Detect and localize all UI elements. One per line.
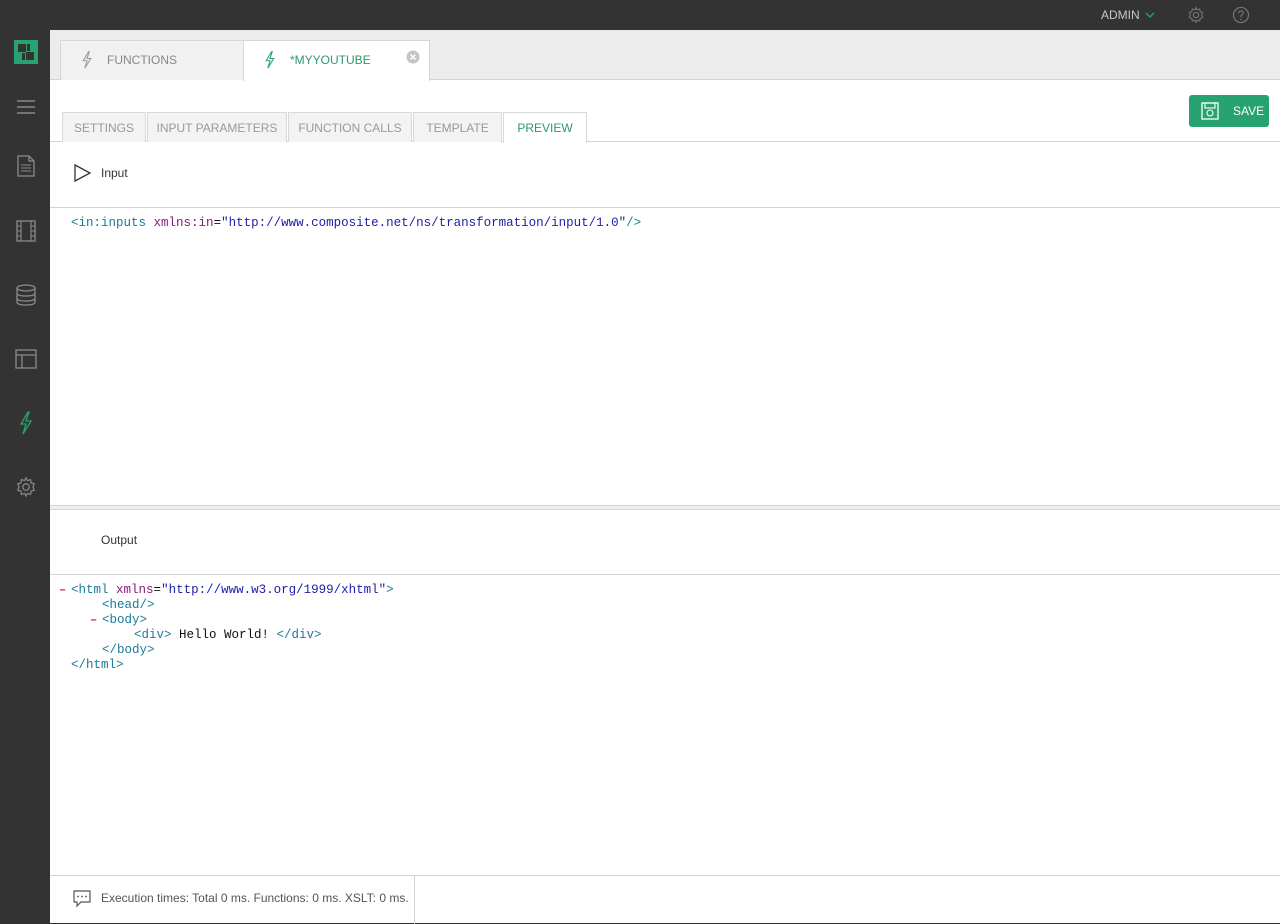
doc-tab-functions[interactable]: FUNCTIONS — [60, 40, 244, 80]
code-tag: <div> — [134, 628, 172, 642]
function-icon[interactable] — [12, 409, 40, 437]
code-tag: <head/> — [102, 598, 155, 612]
code-tag: </div> — [276, 628, 322, 642]
user-menu-label: ADMIN — [1101, 8, 1140, 22]
code-value: "http://www.composite.net/ns/transformat… — [221, 216, 627, 230]
input-toolbar: Input — [50, 142, 1280, 208]
code-text: Hello World! — [171, 628, 277, 642]
input-label: Input — [101, 166, 128, 180]
code-tag-open: < — [71, 216, 79, 230]
output-label: Output — [101, 533, 138, 547]
collapse-html-toggle[interactable]: – — [59, 583, 66, 598]
code-tag: <body> — [102, 613, 148, 627]
app-logo[interactable] — [12, 38, 40, 66]
save-button-label: SAVE — [1233, 104, 1265, 118]
menu-icon[interactable] — [12, 93, 40, 121]
output-line-body-close: </body> — [102, 643, 155, 658]
top-bar: ADMIN — [0, 0, 1280, 30]
output-line-html-open: <html xmlns="http://www.w3.org/1999/xhtm… — [71, 583, 394, 598]
chevron-down-icon — [1145, 12, 1155, 18]
code-eq: = — [153, 583, 162, 597]
document-tabs: FUNCTIONS *MYYOUTUBE — [50, 30, 1280, 81]
output-toolbar: Output — [50, 510, 1280, 575]
tab-input-parameters[interactable]: INPUT PARAMETERS — [147, 112, 287, 142]
output-line-div: <div> Hello World! </div> — [134, 628, 322, 643]
main-area: FUNCTIONS *MYYOUTUBE SETTINGS INPUT PARA… — [50, 30, 1280, 924]
output-line-html-close: </html> — [71, 658, 124, 673]
sub-tabs: SETTINGS INPUT PARAMETERS FUNCTION CALLS… — [50, 80, 1280, 143]
output-line-head: <head/> — [102, 598, 155, 613]
code-eq: = — [213, 216, 222, 230]
film-icon[interactable] — [12, 217, 40, 245]
user-menu[interactable]: ADMIN — [1101, 8, 1155, 22]
settings-gear-icon[interactable] — [1187, 6, 1205, 24]
doc-tab-myyoutube[interactable]: *MYYOUTUBE — [243, 40, 430, 81]
input-code-line: <in:inputs xmlns:in="http://www.composit… — [71, 216, 641, 231]
output-viewer: – <html xmlns="http://www.w3.org/1999/xh… — [50, 575, 1280, 875]
code-tag-close: /> — [626, 216, 642, 230]
gear-icon[interactable] — [12, 473, 40, 501]
function-icon — [264, 50, 276, 73]
code-tag: > — [386, 583, 394, 597]
database-icon[interactable] — [12, 281, 40, 309]
code-tag: </html> — [71, 658, 124, 672]
code-tag: </body> — [102, 643, 155, 657]
code-tag-name: in:inputs — [78, 216, 147, 230]
input-editor[interactable]: <in:inputs xmlns:in="http://www.composit… — [50, 208, 1280, 506]
comment-icon — [72, 890, 92, 913]
code-attr: xmlns — [116, 583, 154, 597]
help-icon[interactable] — [1232, 6, 1250, 24]
collapse-body-toggle[interactable]: – — [90, 613, 97, 628]
output-line-body-open: <body> — [102, 613, 147, 628]
doc-tab-label: *MYYOUTUBE — [290, 53, 371, 67]
tab-template[interactable]: TEMPLATE — [413, 112, 502, 142]
code-value: "http://www.w3.org/1999/xhtml" — [161, 583, 387, 597]
status-divider — [414, 876, 415, 924]
code-tag: <html — [71, 583, 109, 597]
run-input-button[interactable] — [72, 163, 92, 188]
layout-icon[interactable] — [12, 345, 40, 373]
doc-tab-label: FUNCTIONS — [107, 53, 177, 67]
function-icon — [81, 50, 93, 73]
save-icon — [1201, 102, 1219, 120]
document-icon[interactable] — [12, 152, 40, 180]
sidebar — [0, 0, 50, 923]
code-attr: xmlns:in — [153, 216, 214, 230]
close-tab-icon[interactable] — [406, 50, 420, 64]
save-button[interactable]: SAVE — [1189, 95, 1269, 127]
tab-function-calls[interactable]: FUNCTION CALLS — [288, 112, 412, 142]
status-bar: Execution times: Total 0 ms. Functions: … — [50, 875, 1280, 924]
execution-times-text: Execution times: Total 0 ms. Functions: … — [101, 891, 409, 905]
tab-settings[interactable]: SETTINGS — [62, 112, 146, 142]
play-icon — [74, 163, 92, 183]
tab-preview[interactable]: PREVIEW — [503, 112, 587, 143]
